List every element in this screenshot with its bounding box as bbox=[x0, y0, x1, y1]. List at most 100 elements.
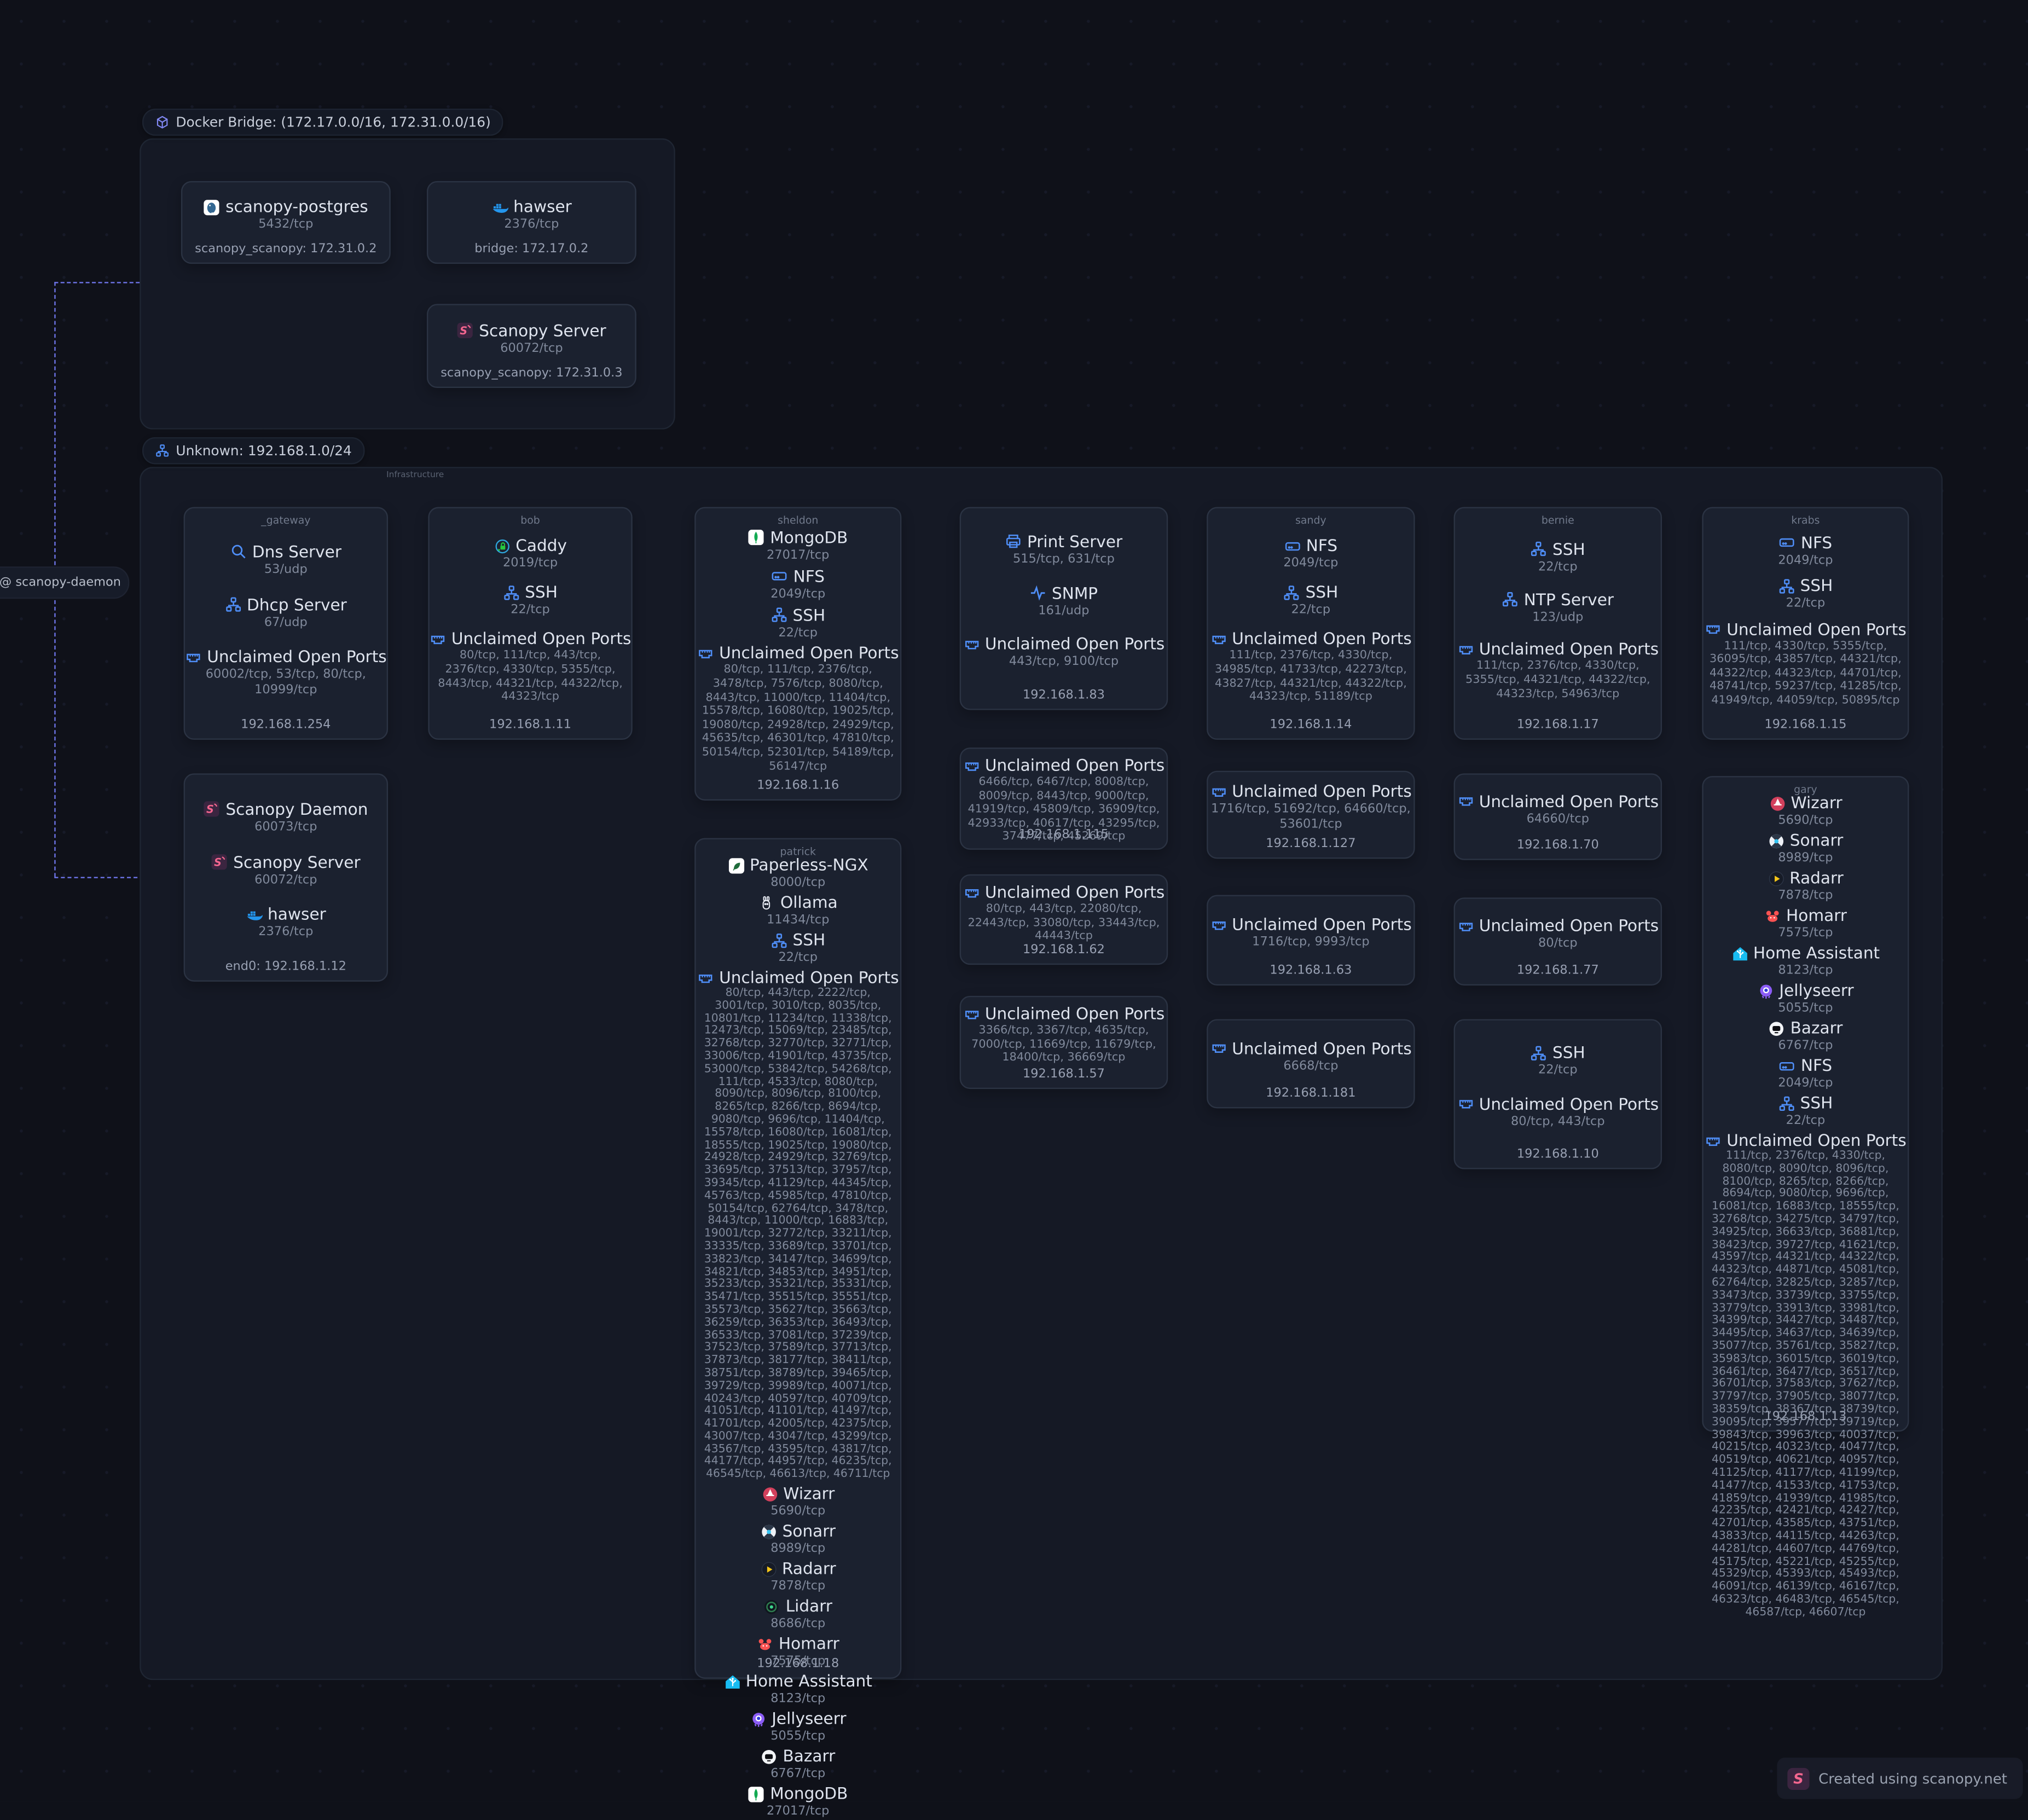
service-title: Unclaimed Open Ports bbox=[185, 648, 387, 666]
ethernet-icon bbox=[1457, 918, 1474, 935]
service-name: Radarr bbox=[782, 1560, 836, 1578]
ethernet-icon bbox=[1457, 793, 1474, 810]
host-ip: 192.168.1.13 bbox=[1703, 1410, 1908, 1424]
service-ports: 27017/tcp bbox=[767, 1804, 829, 1819]
host-card-krabs[interactable]: krabsNFS2049/tcpSSH22/tcpUnclaimed Open … bbox=[1702, 507, 1909, 739]
service-title: MongoDB bbox=[748, 1785, 848, 1803]
service-name: Unclaimed Open Ports bbox=[1726, 1132, 1906, 1150]
service-entry: Unclaimed Open Ports80/tcp, 443/tcp, 220… bbox=[963, 883, 1165, 944]
service-title: Unclaimed Open Ports bbox=[1457, 917, 1659, 935]
docker-icon bbox=[491, 199, 508, 216]
host-card-sandy[interactable]: sandyNFS2049/tcpSSH22/tcpUnclaimed Open … bbox=[1207, 507, 1415, 739]
ethernet-icon bbox=[697, 645, 714, 662]
printer-icon bbox=[1005, 533, 1022, 550]
service-name: Home Assistant bbox=[1753, 944, 1880, 962]
host-card-bob[interactable]: bobCaddy2019/tcpSSH22/tcpUnclaimed Open … bbox=[428, 507, 632, 739]
services-list: SSH22/tcpNTP Server123/udpUnclaimed Open… bbox=[1462, 525, 1654, 717]
service-name: Wizarr bbox=[1791, 794, 1842, 812]
service-title: Unclaimed Open Ports bbox=[1210, 783, 1412, 801]
host-card-hawser-bridge[interactable]: hawser2376/tcpbridge: 172.17.0.2 bbox=[427, 181, 636, 264]
host-card-print-server[interactable]: Print Server515/tcp, 631/tcpSNMP161/udpU… bbox=[960, 507, 1168, 710]
service-entry: Radarr7878/tcp bbox=[1768, 869, 1844, 904]
scanopy-icon: S bbox=[457, 322, 474, 339]
host-card-host-57[interactable]: Unclaimed Open Ports3366/tcp, 3367/tcp, … bbox=[960, 996, 1168, 1089]
service-name: Scanopy Server bbox=[479, 321, 606, 339]
service-name: scanopy-postgres bbox=[225, 198, 368, 216]
service-entry: scanopy-postgres5432/tcp bbox=[204, 198, 368, 233]
nfs-icon bbox=[771, 568, 788, 585]
service-name: Unclaimed Open Ports bbox=[985, 635, 1164, 653]
host-card-host-77[interactable]: Unclaimed Open Ports80/tcp192.168.1.77 bbox=[1454, 897, 1662, 986]
host-ip: 192.168.1.127 bbox=[1208, 837, 1414, 851]
service-title: NFS bbox=[1284, 537, 1338, 555]
host-card-gary[interactable]: garyWizarr5690/tcpSonarr8989/tcpRadarr78… bbox=[1702, 776, 1909, 1431]
service-title: SSH bbox=[503, 584, 558, 602]
snmp-icon bbox=[1030, 584, 1047, 601]
network-label-text: Docker Bridge: (172.17.0.0/16, 172.31.0.… bbox=[176, 114, 490, 130]
docker-icon bbox=[246, 906, 263, 923]
host-card-scanopy-daemon[interactable]: SScanopy Daemon60073/tcpSScanopy Server6… bbox=[184, 773, 388, 982]
host-card-host-181[interactable]: Unclaimed Open Ports6668/tcp192.168.1.18… bbox=[1207, 1019, 1415, 1108]
service-name: hawser bbox=[268, 906, 326, 924]
service-ports: 2376/tcp bbox=[504, 217, 559, 233]
host-card-scanopy-postgres[interactable]: scanopy-postgres5432/tcpscanopy_scanopy:… bbox=[181, 181, 391, 264]
service-entry: Ollama11434/tcp bbox=[758, 894, 838, 929]
service-title: hawser bbox=[246, 906, 326, 924]
service-ports: 161/udp bbox=[1038, 604, 1089, 619]
network-icon bbox=[155, 444, 170, 458]
topology-canvas[interactable]: docker @ scanopy-daemon Docker Bridge: (… bbox=[0, 0, 2028, 1801]
host-card-scanopy-server-bridge[interactable]: SScanopy Server60072/tcpscanopy_scanopy:… bbox=[427, 304, 636, 388]
service-entry: Jellyseerr5055/tcp bbox=[1757, 982, 1854, 1017]
service-entry: Lidarr8686/tcp bbox=[764, 1597, 832, 1632]
service-entry: Bazarr6767/tcp bbox=[761, 1747, 835, 1782]
service-entry: NTP Server123/udp bbox=[1502, 590, 1614, 625]
services-list: SScanopy Server60072/tcp bbox=[434, 313, 629, 365]
service-name: Unclaimed Open Ports bbox=[1479, 1095, 1659, 1113]
service-title: scanopy-postgres bbox=[204, 198, 368, 216]
service-ports: 5055/tcp bbox=[1778, 1001, 1833, 1016]
service-entry: NFS2049/tcp bbox=[1778, 534, 1833, 569]
service-entry: Unclaimed Open Ports111/tcp, 2376/tcp, 4… bbox=[1705, 1132, 1907, 1620]
service-title: Unclaimed Open Ports bbox=[697, 969, 899, 987]
service-name: Home Assistant bbox=[746, 1672, 872, 1690]
service-name: Homarr bbox=[1786, 907, 1847, 925]
ethernet-icon bbox=[1210, 783, 1227, 800]
service-ports: 80/tcp, 443/tcp bbox=[1511, 1115, 1605, 1130]
host-card-host-10[interactable]: SSH22/tcpUnclaimed Open Ports80/tcp, 443… bbox=[1454, 1019, 1662, 1169]
network-label-unknown: Unknown: 192.168.1.0/24 bbox=[142, 437, 364, 465]
host-ip: 192.168.1.16 bbox=[696, 779, 900, 793]
ethernet-icon bbox=[963, 884, 980, 901]
service-name: NFS bbox=[1306, 537, 1337, 555]
host-card-gateway[interactable]: _gatewayDns Server53/udpDhcp Server67/ud… bbox=[184, 507, 388, 739]
service-name: Radarr bbox=[1789, 869, 1844, 887]
host-card-host-63[interactable]: Unclaimed Open Ports1716/tcp, 9993/tcp19… bbox=[1207, 895, 1415, 986]
service-name: NFS bbox=[793, 567, 825, 586]
service-ports: 22/tcp bbox=[1538, 560, 1578, 575]
lidarr-icon bbox=[764, 1598, 781, 1615]
host-card-sheldon[interactable]: sheldonMongoDB27017/tcpNFS2049/tcpSSH22/… bbox=[694, 507, 901, 801]
service-entry: Unclaimed Open Ports111/tcp, 2376/tcp, 4… bbox=[1457, 641, 1659, 702]
service-title: Unclaimed Open Ports bbox=[1457, 1095, 1659, 1113]
network-icon bbox=[503, 584, 520, 601]
service-name: Dhcp Server bbox=[247, 595, 347, 613]
network-icon bbox=[1531, 1045, 1548, 1062]
host-card-host-127[interactable]: Unclaimed Open Ports1716/tcp, 51692/tcp,… bbox=[1207, 771, 1415, 859]
host-ip: 192.168.1.10 bbox=[1455, 1147, 1661, 1161]
host-card-host-115[interactable]: Unclaimed Open Ports6466/tcp, 6467/tcp, … bbox=[960, 747, 1168, 850]
scanopy-credit-badge[interactable]: S Created using scanopy.net bbox=[1777, 1758, 2023, 1799]
credit-text: Created using scanopy.net bbox=[1818, 1770, 2007, 1787]
service-ports: 2376/tcp bbox=[258, 925, 313, 940]
host-card-bernie[interactable]: bernieSSH22/tcpNTP Server123/udpUnclaime… bbox=[1454, 507, 1662, 739]
service-name: Unclaimed Open Ports bbox=[207, 648, 386, 666]
host-ip: 192.168.1.77 bbox=[1455, 964, 1661, 978]
ethernet-icon bbox=[963, 636, 980, 653]
service-ports: 443/tcp, 9100/tcp bbox=[1009, 655, 1119, 670]
service-title: Unclaimed Open Ports bbox=[1457, 792, 1659, 810]
service-title: SScanopy Daemon bbox=[204, 800, 368, 818]
service-title: Unclaimed Open Ports bbox=[963, 1005, 1165, 1023]
services-list: Unclaimed Open Ports3366/tcp, 3367/tcp, … bbox=[967, 1005, 1160, 1065]
svg-text:S: S bbox=[207, 803, 215, 816]
host-card-patrick[interactable]: patrickPaperless-NGX8000/tcpOllama11434/… bbox=[694, 838, 901, 1679]
host-card-host-70[interactable]: Unclaimed Open Ports64660/tcp192.168.1.7… bbox=[1454, 773, 1662, 860]
host-card-host-62[interactable]: Unclaimed Open Ports80/tcp, 443/tcp, 220… bbox=[960, 874, 1168, 965]
